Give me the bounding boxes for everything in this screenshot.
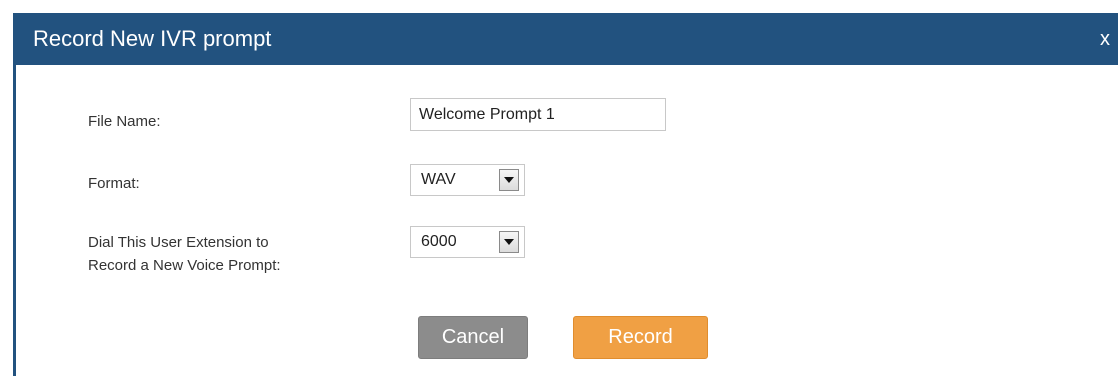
extension-label-line2: Record a New Voice Prompt: [88,257,281,274]
chevron-down-icon[interactable] [499,169,519,191]
format-select[interactable]: WAV [410,164,525,196]
dialog-left-border [13,65,16,376]
format-label: Format: [88,175,140,192]
extension-label-line1: Dial This User Extension to [88,234,269,251]
close-icon[interactable]: x [1100,27,1110,51]
chevron-down-icon[interactable] [499,231,519,253]
file-name-label: File Name: [88,113,161,130]
record-button[interactable]: Record [573,316,708,359]
format-select-value: WAV [421,171,456,188]
dialog-titlebar: Record New IVR prompt x [13,13,1118,65]
extension-select-value: 6000 [421,233,457,250]
file-name-input[interactable] [410,98,666,131]
dialog-title: Record New IVR prompt [33,26,272,51]
cancel-button[interactable]: Cancel [418,316,528,359]
extension-select[interactable]: 6000 [410,226,525,258]
record-ivr-dialog: Record New IVR prompt x File Name: Forma… [0,0,1118,376]
